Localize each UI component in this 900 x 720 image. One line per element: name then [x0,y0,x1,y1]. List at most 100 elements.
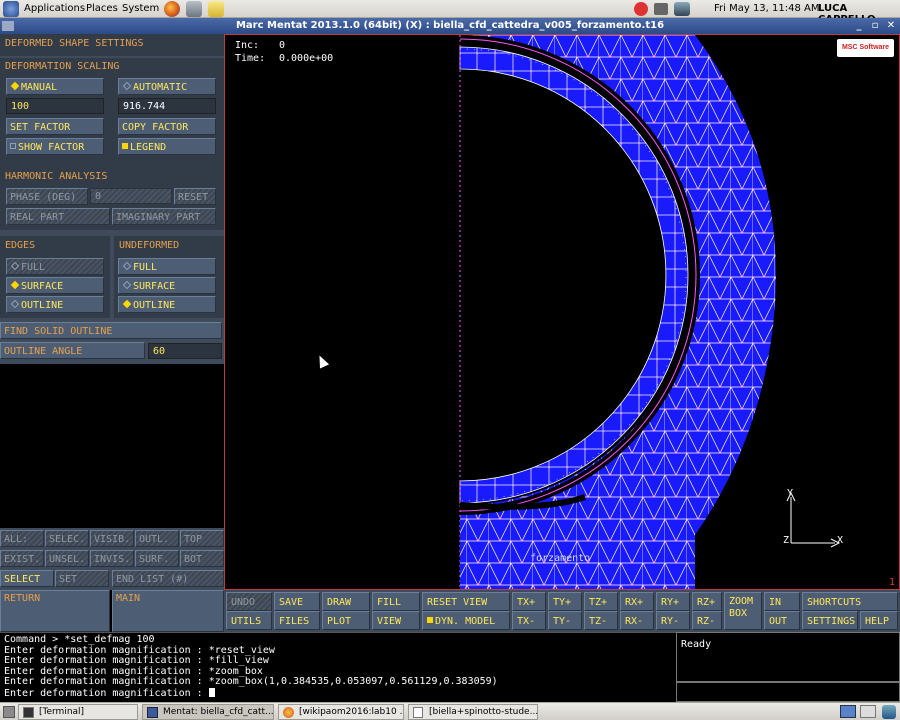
undeformed-surface-button[interactable]: SURFACE [118,277,216,294]
real-part-button[interactable]: REAL PART [6,208,110,225]
tx-minus-button[interactable]: TX- [512,611,546,630]
msc-logo: MSC Software [837,39,894,57]
gnome-foot-icon[interactable] [3,1,19,17]
reset-view-button[interactable]: RESET VIEW [422,592,510,611]
fill-button[interactable]: FILL [372,592,420,611]
utils-button[interactable]: UTILS [226,611,272,630]
clock[interactable]: Fri May 13, 11:48 AM [714,3,820,14]
places-menu[interactable]: Places [86,3,118,14]
taskbar-item-terminal[interactable]: [Terminal] [18,704,138,720]
plot-button[interactable]: PLOT [322,611,370,630]
main-button[interactable]: MAIN [112,590,224,632]
box-label: BOX [729,608,748,619]
reset-phase-button[interactable]: RESET [174,188,216,205]
ty-minus-button[interactable]: TY- [548,611,582,630]
firefox-icon[interactable] [164,1,180,17]
automatic-button[interactable]: AUTOMATIC [118,78,216,95]
select-all-button[interactable]: ALL: [0,530,44,547]
graphics-viewport[interactable]: Inc: 0 Time: 0.000e+00 MSC Software forz… [224,34,900,590]
help-button[interactable]: HELP [860,611,898,630]
workspace-1-icon[interactable] [840,705,856,718]
select-button[interactable]: SELECT [0,570,54,587]
close-button[interactable]: ✕ [884,18,898,34]
text-editor-icon[interactable] [208,1,224,17]
shortcuts-button[interactable]: SHORTCUTS [802,592,898,611]
edges-header: EDGES [5,240,36,251]
taskbar-item-mentat[interactable]: Mentat: biella_cfd_catt... [142,704,274,720]
end-list-button[interactable]: END LIST (#) [112,570,224,587]
time-label: Time: [235,53,266,64]
window-titlebar[interactable]: Marc Mentat 2013.1.0 (64bit) (X) : biell… [0,18,900,34]
edges-surface-button[interactable]: SURFACE [6,277,104,294]
notification-icon[interactable] [634,2,648,16]
window-menu-icon[interactable] [2,21,14,31]
taskbar-item-document[interactable]: [biella+spinotto-stude... [408,704,538,720]
phase-field[interactable]: 0 [90,188,172,204]
set-factor-button[interactable]: SET FACTOR [6,118,104,135]
top-panel: Applications Places System Fri May 13, 1… [0,0,900,25]
select-exist-button[interactable]: EXIST. [0,550,44,567]
taskbar-label: [biella+spinotto-stude... [429,707,538,717]
edges-outline-button[interactable]: OUTLINE [6,296,104,313]
taskbar-item-browser[interactable]: [wikipaom2016:lab10 ... [278,704,404,720]
phase-button[interactable]: PHASE (DEG) [6,188,88,205]
undeformed-full-label: FULL [133,262,158,273]
outline-angle-field[interactable]: 60 [148,343,222,359]
zoom-out-button[interactable]: OUT [764,611,800,630]
workspace-2-icon[interactable] [860,705,876,718]
imaginary-part-button[interactable]: IMAGINARY PART [112,208,216,225]
select-top-button[interactable]: TOP [180,530,224,547]
undo-button[interactable]: UNDO [226,592,272,611]
ry-minus-button[interactable]: RY- [656,611,690,630]
rx-plus-button[interactable]: RX+ [620,592,654,611]
trash-icon[interactable] [882,705,896,719]
legend-toggle[interactable]: LEGEND [118,138,216,155]
select-surf-button[interactable]: SURF. [135,550,179,567]
system-menu[interactable]: System [122,3,159,14]
manual-factor-field[interactable]: 100 [6,98,104,114]
mesh-canvas[interactable] [225,35,900,590]
settings-button[interactable]: SETTINGS [802,611,858,630]
network-icon[interactable] [674,2,690,16]
maximize-button[interactable]: ▫ [868,18,882,34]
checkbox-on-icon [122,143,128,149]
select-unsel-button[interactable]: UNSEL. [45,550,89,567]
find-solid-outline-button[interactable]: FIND SOLID OUTLINE [0,322,222,339]
command-console[interactable]: Command > *set_defmag 100 Enter deformat… [0,632,676,702]
rz-plus-button[interactable]: RZ+ [692,592,722,611]
show-factor-toggle[interactable]: SHOW FACTOR [6,138,104,155]
select-outl-button[interactable]: OUTL. [135,530,179,547]
select-invis-button[interactable]: INVIS. [90,550,134,567]
draw-button[interactable]: DRAW [322,592,370,611]
view-button[interactable]: VIEW [372,611,420,630]
select-selec-button[interactable]: SELEC. [45,530,89,547]
select-bot-button[interactable]: BOT [180,550,224,567]
rz-minus-button[interactable]: RZ- [692,611,722,630]
tx-plus-button[interactable]: TX+ [512,592,546,611]
manual-button[interactable]: MANUAL [6,78,104,95]
files-button[interactable]: FILES [274,611,320,630]
rx-minus-button[interactable]: RX- [620,611,654,630]
command-input-line[interactable]: Enter deformation magnification : [4,687,676,700]
tz-plus-button[interactable]: TZ+ [584,592,618,611]
ry-plus-button[interactable]: RY+ [656,592,690,611]
copy-factor-button[interactable]: COPY FACTOR [118,118,216,135]
select-visib-button[interactable]: VISIB. [90,530,134,547]
zoom-box-button[interactable]: ZOOM BOX [724,592,762,630]
show-desktop-icon[interactable] [3,706,15,718]
system-tools-icon[interactable] [186,1,202,17]
dyn-model-button[interactable]: DYN. MODEL [422,611,510,630]
volume-icon[interactable] [654,3,668,15]
set-button[interactable]: SET [55,570,109,587]
undeformed-outline-button[interactable]: OUTLINE [118,296,216,313]
outline-angle-button[interactable]: OUTLINE ANGLE [0,342,145,359]
zoom-in-button[interactable]: IN [764,592,800,611]
save-button[interactable]: SAVE [274,592,320,611]
minimize-button[interactable]: _ [852,18,866,34]
return-button[interactable]: RETURN [0,590,110,632]
tz-minus-button[interactable]: TZ- [584,611,618,630]
edges-full-button[interactable]: FULL [6,258,104,275]
undeformed-full-button[interactable]: FULL [118,258,216,275]
ty-plus-button[interactable]: TY+ [548,592,582,611]
applications-menu[interactable]: Applications [24,3,85,14]
